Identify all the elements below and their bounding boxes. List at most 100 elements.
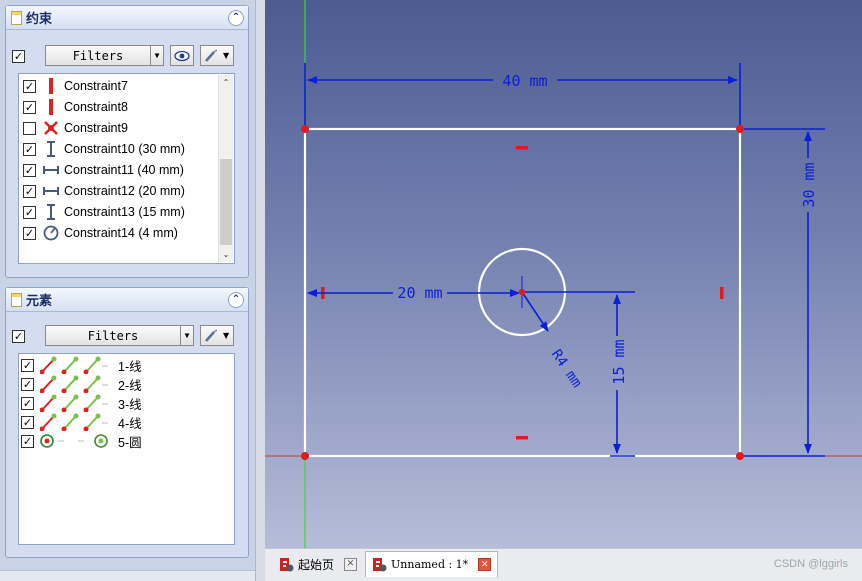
item-checkbox[interactable] [23, 121, 36, 135]
elements-filters-dropdown[interactable]: Filters ▼ [45, 325, 194, 346]
list-item[interactable]: ✓ Constraint12 (20 mm) [23, 181, 185, 201]
settings-dropdown-button[interactable]: ▼ [200, 45, 234, 66]
radius-constraint-icon [42, 224, 60, 242]
settings-dropdown-button[interactable]: ▼ [200, 325, 234, 346]
list-item[interactable]: ✓ 5-圆 [21, 431, 142, 451]
item-checkbox[interactable]: ✓ [23, 163, 36, 177]
dimension-height[interactable]: 30 mm [743, 128, 825, 457]
collapse-icon[interactable]: ⌃ [228, 10, 244, 26]
horizontal-distance-icon [42, 182, 60, 200]
scroll-down-icon[interactable]: ⌄ [219, 247, 233, 262]
constraints-panel-header[interactable]: 约束 ⌃ [6, 6, 248, 30]
sketch-vertex[interactable] [736, 125, 744, 133]
tab-start-page[interactable]: 起始页 ✕ [273, 551, 363, 577]
list-item-label: Constraint8 [64, 100, 128, 114]
item-checkbox[interactable]: ✓ [23, 79, 36, 93]
vertical-constraint-icon [42, 77, 60, 95]
filters-label: Filters [72, 48, 124, 63]
chevron-down-icon: ▼ [150, 46, 163, 65]
document-tab-bar: 起始页 ✕ Unnamed : 1* ✕ CSDN @lggirls [265, 548, 862, 581]
sketch-vertex[interactable] [736, 452, 744, 460]
line-edge-icons [40, 413, 108, 431]
item-checkbox[interactable]: ✓ [21, 377, 34, 391]
list-item-label: 4-线 [118, 416, 142, 431]
list-item[interactable]: ✓ Constraint8 [23, 97, 128, 117]
constraints-list[interactable]: ✓ Constraint7 ✓ Constraint8 Constraint9 … [18, 73, 235, 264]
list-item[interactable]: ✓ 2-线 [21, 374, 142, 394]
constraints-toolbar: ✓ [12, 45, 25, 67]
scroll-up-icon[interactable]: ⌃ [219, 75, 233, 90]
list-item[interactable]: Constraint9 [23, 118, 128, 138]
list-item[interactable]: ✓ 4-线 [21, 412, 142, 432]
circle-edge-icons [40, 434, 108, 448]
panel-splitter[interactable] [255, 0, 265, 581]
line-edge-icons [40, 375, 108, 393]
close-icon[interactable]: ✕ [344, 557, 358, 571]
list-item[interactable]: ✓ Constraint14 (4 mm) [23, 223, 178, 243]
constraints-select-all-checkbox[interactable]: ✓ [12, 49, 25, 63]
sketch-vertex[interactable] [301, 452, 309, 460]
dimension-radius-label: R4 mm [548, 347, 585, 391]
tab-label: Unnamed : 1* [391, 558, 469, 571]
chevron-down-icon: ▼ [223, 51, 230, 60]
elements-panel-title: 元素 [26, 294, 53, 309]
line-edge-icons [40, 356, 108, 374]
brush-icon [205, 48, 218, 62]
freecad-icon [373, 558, 387, 572]
sketch-canvas[interactable]: 40 mm 30 mm 20 mm 15 mm R4 mm [265, 0, 862, 548]
brush-icon [205, 328, 218, 342]
list-item[interactable]: ✓ Constraint7 [23, 76, 128, 96]
sketch-vertex[interactable] [301, 125, 309, 133]
item-checkbox[interactable]: ✓ [21, 415, 34, 429]
list-item-label: Constraint12 (20 mm) [64, 184, 185, 198]
sketch-viewport[interactable]: 40 mm 30 mm 20 mm 15 mm R4 mm [265, 0, 862, 548]
list-item-label: Constraint10 (30 mm) [64, 142, 185, 156]
circle-center-vertex[interactable] [518, 288, 526, 296]
scroll-thumb[interactable] [220, 159, 232, 245]
vertical-constraint-icon [42, 98, 60, 116]
vertical-constraint-marker [720, 287, 724, 299]
list-item[interactable]: ✓ 3-线 [21, 393, 142, 413]
point-on-point-constraint-icon [42, 119, 60, 137]
visibility-toggle-button[interactable] [170, 45, 194, 66]
list-item-label: Constraint9 [64, 121, 128, 135]
list-item-label: Constraint7 [64, 79, 128, 93]
list-item[interactable]: ✓ Constraint10 (30 mm) [23, 139, 185, 159]
dimension-center-x-label: 20 mm [397, 284, 442, 302]
vertical-distance-icon [42, 203, 60, 221]
item-checkbox[interactable]: ✓ [23, 142, 36, 156]
item-checkbox[interactable]: ✓ [21, 396, 34, 410]
list-item[interactable]: ✓ Constraint13 (15 mm) [23, 202, 185, 222]
elements-select-all-checkbox[interactable]: ✓ [12, 329, 25, 343]
list-item-label: 5-圆 [118, 435, 142, 450]
tab-unnamed-document[interactable]: Unnamed : 1* ✕ [365, 551, 499, 577]
elements-list[interactable]: ✓ 1-线 ✓ 2-线 ✓ 3-线 ✓ 4-线 ✓ 5-圆 [18, 353, 235, 545]
constraints-filters-dropdown[interactable]: Filters ▼ [45, 45, 164, 66]
list-item[interactable]: ✓ Constraint11 (40 mm) [23, 160, 184, 180]
line-edge-icons [40, 394, 108, 412]
item-checkbox[interactable]: ✓ [21, 358, 34, 372]
constraints-scrollbar[interactable]: ⌃ ⌄ [218, 75, 233, 262]
item-checkbox[interactable]: ✓ [21, 434, 34, 448]
dimension-center-x[interactable]: 20 mm [307, 284, 520, 302]
vertical-distance-icon [42, 140, 60, 158]
eye-icon [174, 50, 190, 61]
dimension-width[interactable]: 40 mm [304, 63, 741, 128]
item-checkbox[interactable]: ✓ [23, 184, 36, 198]
panel-document-icon [11, 10, 22, 25]
watermark: CSDN @lggirls [773, 558, 848, 570]
list-item-label: 3-线 [118, 397, 142, 412]
item-checkbox[interactable]: ✓ [23, 100, 36, 114]
item-checkbox[interactable]: ✓ [23, 226, 36, 240]
close-icon[interactable]: ✕ [478, 558, 492, 571]
elements-toolbar: ✓ [12, 325, 25, 347]
dimension-height-label: 30 mm [800, 162, 818, 207]
list-item[interactable]: ✓ 1-线 [21, 355, 142, 375]
dimension-width-label: 40 mm [502, 72, 547, 90]
list-item-label: 2-线 [118, 378, 142, 393]
item-checkbox[interactable]: ✓ [23, 205, 36, 219]
collapse-icon[interactable]: ⌃ [228, 292, 244, 308]
elements-panel-header[interactable]: 元素 ⌃ [6, 288, 248, 312]
chevron-down-icon: ▼ [180, 326, 193, 345]
horizontal-constraint-marker [516, 146, 528, 150]
